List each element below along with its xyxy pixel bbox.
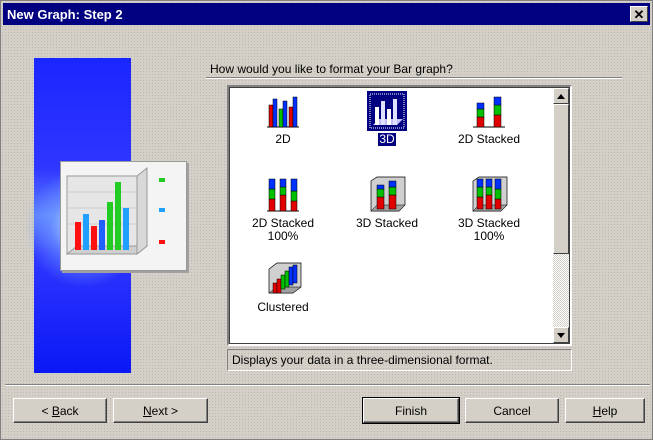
wizard-illustration <box>24 58 187 373</box>
option-label: 2D <box>275 132 291 146</box>
back-prefix: < <box>41 403 52 418</box>
next-mnemonic: N <box>142 403 152 418</box>
stacked-2d-100-icon <box>267 178 299 212</box>
option-2d-stacked-100[interactable]: 2D Stacked 100% <box>233 175 333 243</box>
back-button[interactable]: < Back <box>13 398 107 423</box>
help-rest: elp <box>601 403 618 418</box>
finish-label: Finish <box>394 403 427 418</box>
next-rest: ext > <box>151 403 179 418</box>
bar-3d-icon <box>367 91 407 131</box>
window-title: New Graph: Step 2 <box>7 6 123 22</box>
prompt-divider <box>206 77 622 79</box>
option-label: 2D Stacked <box>457 132 521 146</box>
option-label: Clustered <box>257 300 309 314</box>
scroll-thumb[interactable] <box>553 104 569 254</box>
help-mnemonic: H <box>592 403 602 418</box>
option-label: 3D Stacked <box>355 216 419 230</box>
back-rest: ack <box>59 403 79 418</box>
option-label: 3D <box>377 132 397 147</box>
format-description: Displays your data in a three-dimensiona… <box>227 349 572 371</box>
format-prompt: How would you like to format your Bar gr… <box>210 62 453 76</box>
bar-2d-icon <box>267 96 299 128</box>
arrow-up-icon <box>557 93 565 99</box>
option-clustered[interactable]: Clustered <box>233 259 333 314</box>
option-3d-stacked[interactable]: 3D Stacked <box>337 175 437 230</box>
cancel-label: Cancel <box>493 403 531 418</box>
cancel-button[interactable]: Cancel <box>465 398 559 423</box>
option-3d-stacked-100[interactable]: 3D Stacked 100% <box>439 175 539 243</box>
back-mnemonic: B <box>51 403 60 418</box>
option-label: 3D Stacked 100% <box>457 216 521 243</box>
clustered-icon <box>268 262 302 294</box>
graph-format-list[interactable]: 2D 3D 2D Stacked 2D Stacked 100% 3D Stac… <box>227 85 572 346</box>
option-2d-stacked[interactable]: 2D Stacked <box>439 91 539 146</box>
list-scrollbar[interactable] <box>553 88 569 343</box>
option-label: 2D Stacked 100% <box>251 216 315 243</box>
footer-divider <box>5 384 650 386</box>
arrow-down-icon <box>557 332 565 338</box>
scroll-up-button[interactable] <box>553 88 569 104</box>
close-button[interactable]: ✕ <box>630 6 648 22</box>
stacked-2d-icon <box>473 96 505 128</box>
next-button[interactable]: Next > <box>113 398 208 423</box>
stacked-3d-100-icon <box>472 176 508 212</box>
title-bar: New Graph: Step 2 ✕ <box>3 3 650 25</box>
help-button[interactable]: Help <box>565 398 645 423</box>
option-3d[interactable]: 3D <box>337 91 437 147</box>
sample-chart-icon <box>65 166 165 256</box>
scroll-down-button[interactable] <box>553 327 569 343</box>
option-2d[interactable]: 2D <box>233 91 333 146</box>
new-graph-dialog: New Graph: Step 2 ✕ How would you like t… <box>0 0 653 440</box>
illustration-chart-card <box>60 161 187 271</box>
finish-button[interactable]: Finish <box>362 397 460 424</box>
stacked-3d-icon <box>370 176 406 212</box>
